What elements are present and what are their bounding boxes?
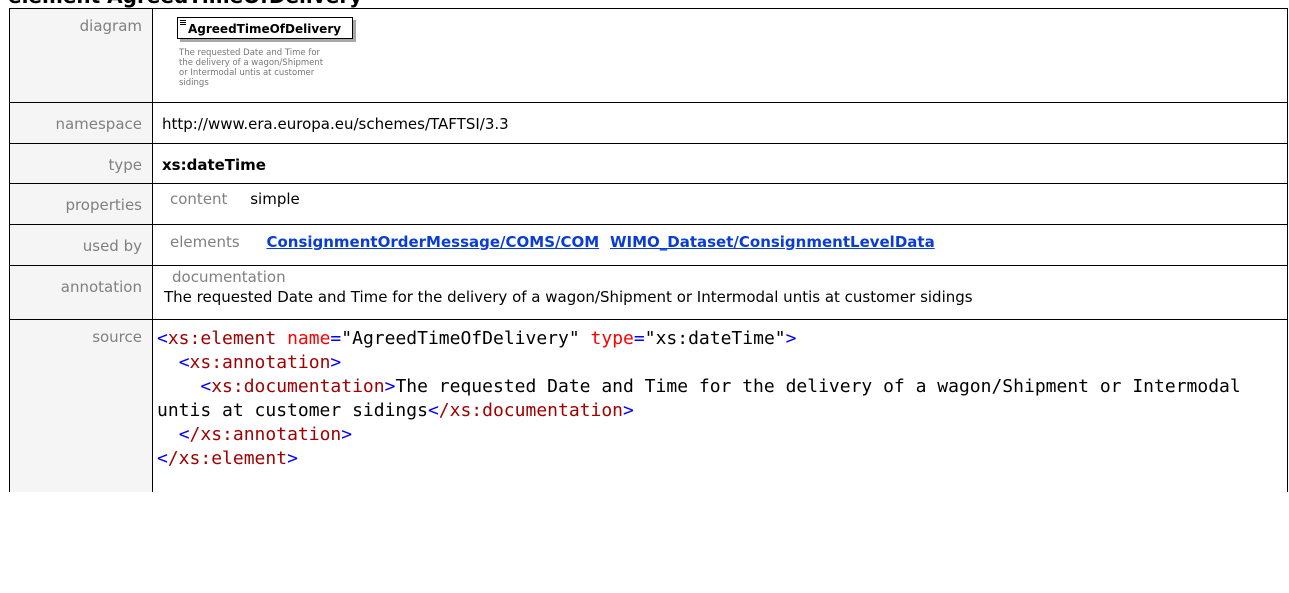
namespace-label: namespace	[55, 115, 142, 133]
element-diagram-box[interactable]: AgreedTimeOfDelivery	[177, 17, 353, 39]
annotation-label: annotation	[60, 278, 142, 296]
properties-label: properties	[65, 196, 142, 214]
annotation-row: annotation documentation The requested D…	[9, 265, 1288, 320]
used-by-link-wimo[interactable]: WIMO_Dataset/ConsignmentLevelData	[610, 233, 935, 251]
page-title: element AgreedTimeOfDelivery	[8, 0, 362, 8]
row-label: diagram	[9, 8, 153, 103]
namespace-row: namespace http://www.era.europa.eu/schem…	[9, 102, 1288, 144]
annotation-key: documentation	[172, 268, 286, 286]
properties-value: simple	[250, 190, 300, 208]
type-label: type	[108, 156, 142, 174]
element-diagram: AgreedTimeOfDelivery The requested Date …	[177, 17, 360, 88]
element-properties-table: diagram AgreedTimeOfDelivery The request…	[9, 8, 1288, 492]
type-value: xs:dateTime	[162, 156, 266, 174]
element-lines-icon	[180, 20, 186, 26]
diagram-label: diagram	[79, 17, 142, 35]
namespace-value: http://www.era.europa.eu/schemes/TAFTSI/…	[162, 115, 509, 133]
used-by-link-coms[interactable]: ConsignmentOrderMessage/COMS/COM	[266, 233, 599, 251]
source-label: source	[92, 328, 142, 346]
annotation-documentation: The requested Date and Time for the deli…	[164, 288, 973, 306]
diagram-row: diagram AgreedTimeOfDelivery The request…	[9, 8, 1288, 103]
diagram-cell: AgreedTimeOfDelivery The requested Date …	[152, 8, 1288, 103]
element-diagram-name: AgreedTimeOfDelivery	[188, 22, 342, 36]
used-by-label: used by	[82, 237, 142, 255]
source-code: <xs:element name="AgreedTimeOfDelivery" …	[157, 328, 1252, 469]
source-row: source <xs:element name="AgreedTimeOfDel…	[9, 319, 1288, 492]
used-by-row: used by elements ConsignmentOrderMessage…	[9, 224, 1288, 266]
type-row: type xs:dateTime	[9, 143, 1288, 184]
used-by-key: elements	[170, 233, 240, 251]
properties-row: properties content simple	[9, 183, 1288, 225]
element-diagram-doc: The requested Date and Time for the deli…	[179, 48, 324, 88]
properties-key: content	[170, 190, 228, 208]
